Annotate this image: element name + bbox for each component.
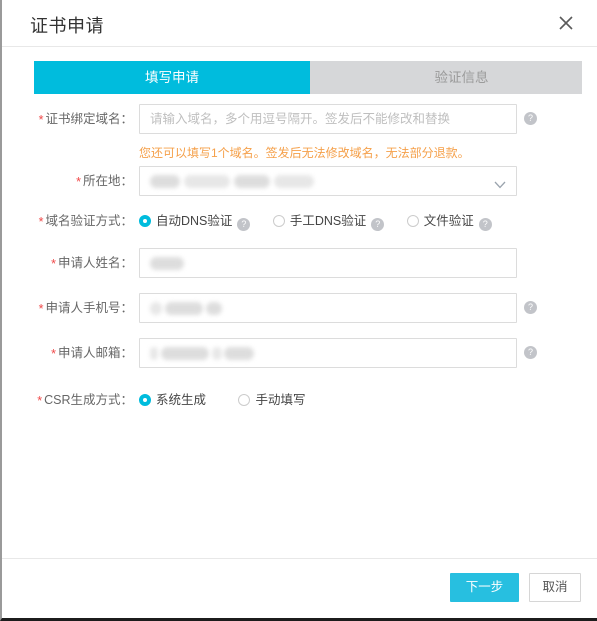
radio-file-verify[interactable]: 文件验证? (406, 206, 492, 236)
applicant-name-input[interactable] (139, 248, 517, 278)
radio-indicator (238, 394, 251, 406)
label-applicant-email: * 申请人邮箱： (2, 338, 133, 368)
step-2-label: 验证信息 (434, 70, 489, 85)
label-verify-method-text: 域名验证方式： (45, 214, 133, 228)
chevron-down-icon (494, 176, 506, 194)
dialog-footer: 下一步 取消 (2, 558, 597, 615)
field-applicant-phone (139, 293, 517, 323)
dialog-header: 证书申请 (2, 0, 597, 47)
radio-auto-dns[interactable]: 自动DNS验证? (139, 206, 251, 236)
certificate-application-dialog: 证书申请 验证信息 填写申请 *证书绑定域名： ? 您还可以填 (0, 0, 597, 621)
required-marker: * (38, 215, 44, 229)
cancel-button[interactable]: 取消 (529, 573, 581, 602)
help-icon-applicant-phone[interactable]: ? (524, 301, 537, 314)
required-marker: * (76, 175, 81, 189)
radio-indicator (272, 215, 285, 227)
form-row-csr-method: * CSR生成方式： 系统生成 手动填写 (2, 385, 597, 425)
radio-indicator (139, 215, 151, 227)
csr-method-radio-group: 系统生成 手动填写 (139, 385, 323, 415)
applicant-phone-input[interactable] (139, 293, 517, 323)
label-location: * 所在地： (2, 166, 133, 196)
form-row-location: * 所在地： (2, 166, 597, 206)
label-csr-method: * CSR生成方式： (2, 385, 133, 415)
step-indicator: 验证信息 填写申请 (34, 61, 582, 94)
label-applicant-email-text: 申请人邮箱： (57, 346, 133, 360)
applicant-email-value (150, 339, 254, 367)
form-row-domain: *证书绑定域名： ? (2, 104, 597, 144)
form-row-applicant-email: * 申请人邮箱： ? (2, 338, 597, 385)
label-applicant-name: * 申请人姓名： (2, 248, 133, 278)
location-select-value (150, 167, 314, 195)
radio-indicator (406, 215, 419, 227)
radio-label: 系统生成 (156, 393, 207, 407)
required-marker: * (51, 347, 56, 361)
label-location-text: 所在地： (82, 174, 133, 188)
step-1-label: 填写申请 (145, 70, 199, 85)
field-applicant-email (139, 338, 517, 368)
form-row-verify-method: * 域名验证方式： 自动DNS验证? 手工DNS验证? 文件验证? (2, 206, 597, 248)
help-icon-applicant-email[interactable]: ? (524, 346, 537, 359)
radio-indicator (139, 394, 151, 406)
applicant-phone-value (150, 294, 222, 322)
step-item-verify-info[interactable]: 验证信息 (310, 61, 582, 94)
field-location (139, 166, 517, 196)
next-step-button[interactable]: 下一步 (450, 573, 519, 602)
page-title: 证书申请 (30, 16, 104, 36)
radio-manual-fill[interactable]: 手动填写 (238, 385, 305, 415)
radio-label: 自动DNS验证 (156, 214, 233, 228)
label-applicant-name-text: 申请人姓名： (57, 256, 133, 270)
applicant-email-input[interactable] (139, 338, 517, 368)
required-marker: * (51, 257, 56, 271)
step-item-fill-application[interactable]: 填写申请 (34, 61, 341, 94)
form-row-applicant-name: * 申请人姓名： (2, 248, 597, 293)
location-select[interactable] (139, 166, 517, 196)
radio-label: 文件验证 (423, 214, 474, 228)
label-domain-text: 证书绑定域名： (45, 112, 133, 126)
help-icon-file-verify[interactable]: ? (478, 218, 492, 231)
label-domain: * 证书绑定域名： (2, 104, 133, 134)
domain-warning-text: 您还可以填写1个域名。签发后无法修改域名，无法部分退款。 (139, 146, 470, 160)
radio-label: 手动填写 (255, 393, 306, 407)
field-domain (139, 104, 517, 134)
radio-system-generated[interactable]: 系统生成 (139, 385, 206, 415)
help-icon-manual-dns[interactable]: ? (371, 218, 385, 231)
radio-manual-dns[interactable]: 手工DNS验证? (272, 206, 385, 236)
verify-method-radio-group: 自动DNS验证? 手工DNS验证? 文件验证? (139, 206, 510, 236)
required-marker: * (37, 394, 43, 408)
radio-label: 手工DNS验证 (289, 214, 367, 228)
close-icon[interactable] (551, 8, 581, 38)
form-row-domain-warning: 您还可以填写1个域名。签发后无法修改域名，无法部分退款。 (2, 144, 597, 166)
label-applicant-phone-text: 申请人手机号： (45, 301, 133, 315)
required-marker: * (38, 302, 44, 316)
help-icon-auto-dns[interactable]: ? (237, 218, 251, 231)
help-icon-domain[interactable]: ? (524, 112, 537, 125)
label-applicant-phone: * 申请人手机号： (2, 293, 133, 323)
domain-input[interactable] (139, 104, 517, 134)
label-csr-method-text: CSR生成方式： (44, 393, 133, 407)
applicant-name-value (150, 249, 184, 277)
form-row-applicant-phone: * 申请人手机号： ? (2, 293, 597, 338)
label-verify-method: * 域名验证方式： (2, 206, 133, 236)
required-marker: * (38, 113, 44, 127)
application-form: *证书绑定域名： ? 您还可以填写1个域名。签发后无法修改域名，无法部分退款。 … (2, 104, 597, 425)
field-applicant-name (139, 248, 517, 278)
